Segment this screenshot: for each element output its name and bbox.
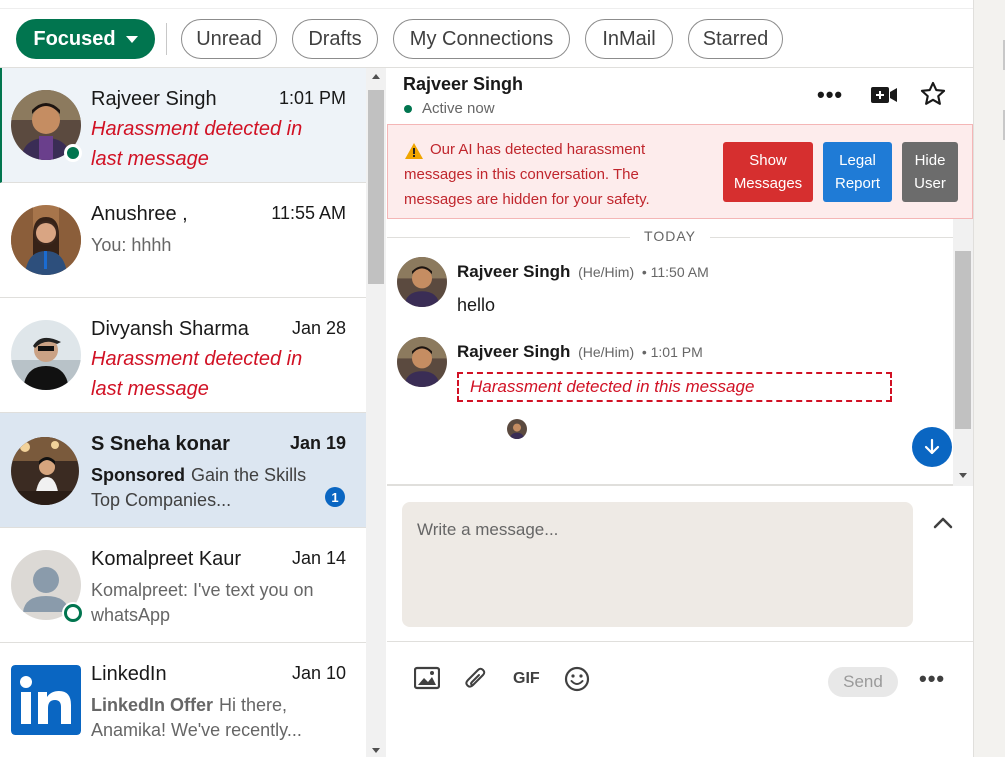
message-input-placeholder: Write a message... [417, 520, 559, 539]
filter-bar: Focused Unread Drafts My Connections InM… [0, 8, 973, 68]
conversation-item[interactable]: Anushree , 11:55 AM You: hhhh [0, 183, 366, 298]
conversation-name: Anushree , [91, 203, 188, 225]
offer-label: LinkedIn Offer [91, 695, 214, 715]
conversation-item[interactable]: Rajveer Singh 1:01 PM Harassment detecte… [0, 68, 366, 183]
conversation-time: Jan 10 [291, 663, 346, 683]
jump-to-latest-button[interactable] [912, 427, 952, 467]
thread-contact-name[interactable]: Rajveer Singh [403, 74, 523, 95]
conversation-time: Jan 28 [291, 318, 346, 338]
sender-name[interactable]: Rajveer Singh [457, 262, 570, 281]
conversation-name: Rajveer Singh [91, 88, 217, 110]
harassment-hidden-message[interactable]: Harassment detected in this message [457, 372, 892, 402]
message-sender: Rajveer Singh (He/Him) • 11:50 AM [457, 262, 709, 282]
focused-dropdown[interactable]: Focused [16, 19, 155, 59]
conversation-time: Jan 14 [291, 548, 346, 568]
conversation-time: 11:55 AM [271, 203, 346, 223]
conversation-snippet: Komalpreet: I've text you on whatsApp [91, 580, 314, 625]
chevron-up-icon[interactable] [933, 516, 953, 530]
legal-report-button[interactable]: Legal Report [823, 142, 892, 202]
message-sender: Rajveer Singh (He/Him) • 1:01 PM [457, 342, 703, 362]
paperclip-icon[interactable] [463, 666, 489, 694]
conversation-item[interactable]: Divyansh Sharma Jan 28 Harassment detect… [0, 298, 366, 413]
filter-drafts[interactable]: Drafts [292, 19, 378, 59]
hide-user-button[interactable]: Hide User [902, 142, 958, 202]
sender-pronouns: (He/Him) [578, 344, 635, 360]
scroll-down-icon[interactable] [959, 473, 967, 478]
conversation-snippet: Harassment detected in last message [91, 118, 303, 170]
online-status-icon [64, 604, 82, 622]
conversation-time: Jan 19 [289, 433, 346, 453]
video-icon[interactable] [871, 86, 897, 104]
conversation-name: Divyansh Sharma [91, 318, 249, 340]
image-icon[interactable] [413, 666, 441, 694]
filter-starred[interactable]: Starred [688, 19, 783, 59]
thread-status: Active now [422, 100, 495, 117]
conversation-time: 1:01 PM [278, 88, 346, 108]
arrow-down-icon [924, 438, 940, 455]
sender-pronouns: (He/Him) [578, 264, 635, 280]
emoji-icon[interactable] [564, 666, 590, 694]
read-receipt-avatar [507, 419, 527, 439]
messages-scrollbar[interactable] [953, 219, 973, 486]
scroll-down-icon[interactable] [372, 748, 380, 753]
message-text: hello [457, 295, 496, 315]
active-status-dot [404, 105, 412, 113]
gif-button[interactable]: GIF [513, 670, 540, 688]
star-icon[interactable] [919, 80, 947, 108]
conversation-item[interactable]: S Sneha konar Jan 19 Sponsored Gain the S… [0, 413, 366, 528]
avatar [11, 437, 79, 505]
focused-label: Focused [33, 27, 116, 50]
conversation-snippet: You: hhhh [91, 235, 172, 255]
filter-unread[interactable]: Unread [181, 19, 277, 59]
avatar [11, 205, 81, 275]
conversation-name: LinkedIn [91, 663, 167, 685]
messages-area: TODAY Rajveer Singh (He/Him) • 11:50 AM … [387, 219, 973, 486]
message-time: • 1:01 PM [641, 344, 703, 360]
composer-divider [387, 641, 973, 642]
avatar[interactable] [397, 337, 447, 387]
avatar [11, 320, 81, 390]
conversation-snippet: LinkedIn Offer Hi there, Anamika! We've r… [91, 693, 321, 743]
more-options-button[interactable]: ••• [817, 82, 847, 108]
day-label: TODAY [630, 228, 710, 244]
message-input[interactable]: Write a message... [402, 502, 913, 627]
conversation-item[interactable]: Komalpreet Kaur Jan 14 Komalpreet: I've … [0, 528, 366, 643]
conversation-name: S Sneha konar [91, 433, 230, 455]
scroll-up-icon[interactable] [372, 74, 380, 79]
conversation-snippet: Harassment detected in last message [91, 348, 303, 400]
scrollbar-thumb[interactable] [368, 90, 384, 284]
sender-name[interactable]: Rajveer Singh [457, 342, 570, 361]
send-button[interactable]: Send [828, 667, 898, 697]
unread-badge: 1 [325, 487, 345, 507]
conversation-list: Rajveer Singh 1:01 PM Harassment detecte… [0, 68, 366, 757]
filter-my-connections[interactable]: My Connections [393, 19, 570, 59]
filter-inmail[interactable]: InMail [585, 19, 673, 59]
linkedin-logo [11, 665, 81, 735]
composer-more-button[interactable]: ••• [919, 666, 945, 692]
message-thread: Rajveer Singh Active now ••• Our AI has … [387, 68, 973, 757]
filter-divider [166, 23, 167, 55]
sponsored-label: Sponsored [91, 465, 186, 485]
alert-message: Our AI has detected harassment messages … [404, 141, 650, 208]
conversation-name: Komalpreet Kaur [91, 548, 242, 570]
online-status-icon [64, 144, 82, 162]
chevron-down-icon [125, 35, 138, 43]
conversation-list-scrollbar[interactable] [366, 68, 386, 757]
message-time: • 11:50 AM [641, 264, 709, 280]
messaging-app: Focused Unread Drafts My Connections InM… [0, 0, 1005, 757]
scrollbar-thumb[interactable] [955, 251, 971, 429]
avatar[interactable] [397, 257, 447, 307]
harassment-alert-banner: Our AI has detected harassment messages … [387, 124, 973, 219]
side-panel-edge [973, 0, 1005, 757]
conversation-snippet: Sponsored Gain the Skills Top Companies..… [91, 463, 321, 513]
show-messages-button[interactable]: Show Messages [723, 142, 813, 202]
conversation-item[interactable]: LinkedIn Jan 10 LinkedIn Offer Hi there, … [0, 643, 366, 757]
